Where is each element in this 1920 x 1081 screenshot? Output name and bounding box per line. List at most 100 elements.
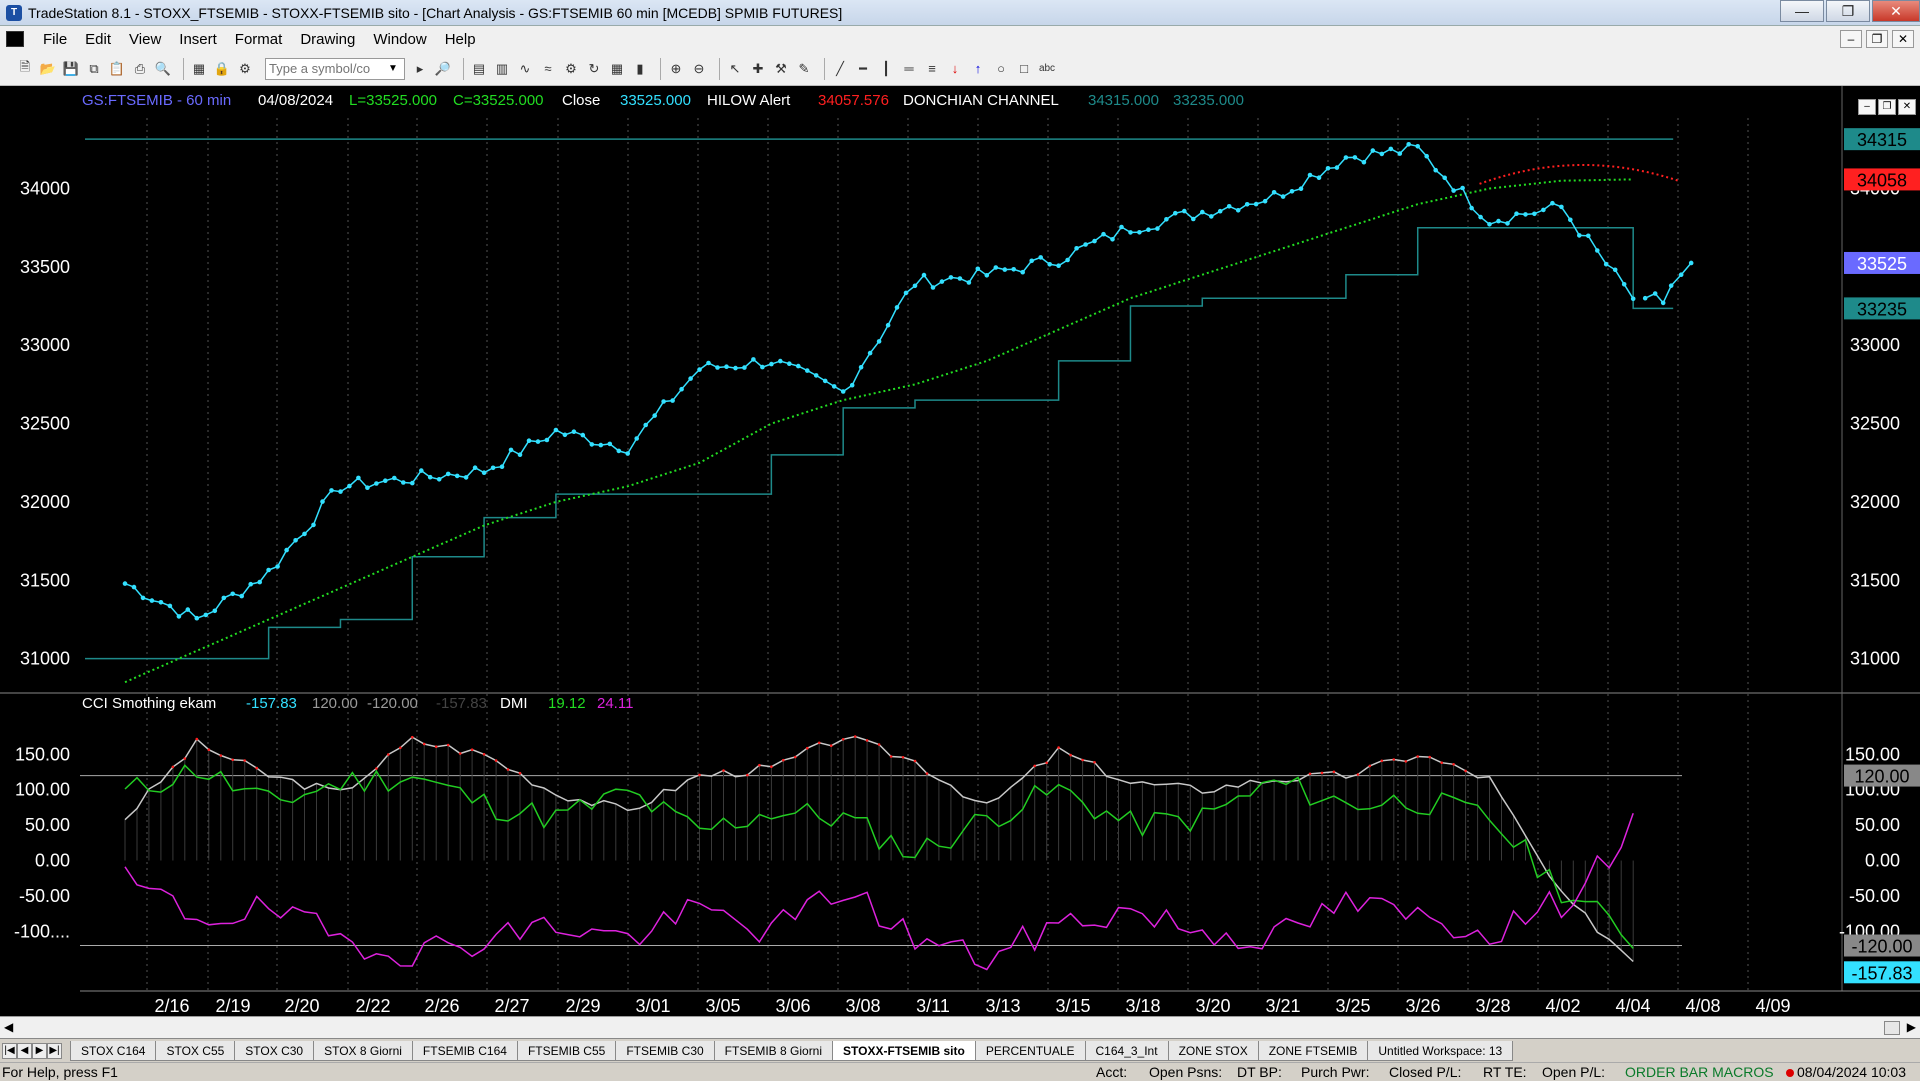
status-order-bar-macros[interactable]: ORDER BAR MACROS (1625, 1063, 1774, 1081)
grid-icon[interactable]: ▦ (608, 60, 626, 78)
drawing-icon[interactable]: ✎ (795, 60, 813, 78)
scroll-right-icon[interactable]: ▶ (1907, 1020, 1916, 1034)
crosshair-icon[interactable]: ✚ (749, 60, 767, 78)
workspace-tab[interactable]: Untitled Workspace: 13 (1367, 1040, 1514, 1061)
arrow-up-icon[interactable]: ↑ (969, 60, 987, 78)
format-icon[interactable]: ⚙ (562, 60, 580, 78)
print-preview-icon[interactable]: 🔍 (154, 60, 172, 78)
menu-help[interactable]: Help (436, 31, 485, 48)
chart-window[interactable]: 3400034000335003350033000330003250032500… (0, 86, 1920, 1016)
tools-icon[interactable]: ⚒ (772, 60, 790, 78)
menu-format[interactable]: Format (226, 31, 292, 48)
workspace-icon[interactable]: ▦ (190, 60, 208, 78)
restore-button[interactable]: ❐ (1826, 0, 1870, 22)
symbol-input[interactable] (266, 59, 384, 78)
close-button[interactable]: ✕ (1872, 0, 1920, 22)
workspace-tab[interactable]: STOXX-FTSEMIB sito (832, 1040, 976, 1061)
arrow-down-icon[interactable]: ↓ (946, 60, 964, 78)
price-point (1442, 175, 1447, 181)
mdi-close-button[interactable]: ✕ (1892, 30, 1914, 48)
cci-overbought-point (1081, 758, 1084, 762)
bars-icon[interactable]: ▮ (631, 60, 649, 78)
menu-insert[interactable]: Insert (170, 31, 226, 48)
menu-edit[interactable]: Edit (76, 31, 120, 48)
tab-last-icon[interactable]: ▶| (47, 1042, 62, 1059)
workspace-tab[interactable]: STOX C164 (70, 1040, 157, 1061)
strategy-icon[interactable]: ⚙ (236, 60, 254, 78)
price-point (840, 389, 846, 394)
price-point (149, 598, 155, 603)
chart-minimize-button[interactable]: – (1858, 99, 1876, 115)
pointer-icon[interactable]: ↖ (726, 60, 744, 78)
price-point (921, 272, 927, 278)
new-icon[interactable]: 🗎 (16, 59, 34, 78)
cci-overbought-point (770, 765, 773, 768)
tab-next-icon[interactable]: ▶ (32, 1042, 47, 1059)
indicator-icon[interactable]: ≈ (539, 60, 557, 78)
bar-chart-icon[interactable]: ▤ (470, 60, 488, 78)
workspace-tab[interactable]: STOX C55 (155, 1040, 236, 1061)
vline-icon[interactable]: ┃ (877, 60, 895, 78)
chart-window-icon[interactable] (6, 31, 24, 47)
copy-icon[interactable]: ⧉ (85, 60, 103, 78)
price-point (930, 285, 936, 290)
rectangle-icon[interactable]: □ (1015, 60, 1033, 78)
price-point (1244, 202, 1250, 207)
menu-window[interactable]: Window (364, 31, 435, 48)
last-price-marker-label: 33525 (1857, 254, 1907, 274)
workspace-tab[interactable]: STOX C30 (234, 1040, 315, 1061)
trendline-icon[interactable]: ╱ (831, 60, 849, 78)
price-point (239, 593, 244, 599)
workspace-tab[interactable]: FTSEMIB 8 Giorni (713, 1040, 834, 1061)
workspace-tab[interactable]: PERCENTUALE (974, 1040, 1086, 1061)
menu-file[interactable]: File (34, 31, 76, 48)
save-icon[interactable]: 💾 (62, 60, 80, 78)
zoom-out-icon[interactable]: ⊖ (690, 60, 708, 78)
zoom-in-icon[interactable]: ⊕ (667, 60, 685, 78)
chevron-down-icon[interactable]: ▼ (384, 63, 402, 74)
price-point (742, 365, 747, 370)
ellipse-icon[interactable]: ○ (992, 60, 1010, 78)
fibonacci-icon[interactable]: ≡ (923, 60, 941, 78)
menu-view[interactable]: View (120, 31, 170, 48)
chart-canvas[interactable]: 3400034000335003350033000330003250032500… (0, 86, 1920, 1016)
symbol-search-icon[interactable]: 🔎 (434, 60, 452, 78)
price-point (454, 473, 460, 479)
chart-restore-button[interactable]: ❐ (1878, 99, 1896, 115)
candle-chart-icon[interactable]: ▥ (493, 60, 511, 78)
price-point (1029, 258, 1034, 264)
mdi-minimize-button[interactable]: – (1840, 30, 1862, 48)
lock-icon[interactable]: 🔒 (213, 60, 231, 78)
play-arrow-icon[interactable]: ▸ (411, 60, 429, 78)
workspace-tab[interactable]: ZONE STOX (1167, 1040, 1259, 1061)
text-icon[interactable]: abc (1038, 60, 1056, 78)
symbol-combo[interactable]: ▼ (265, 57, 405, 80)
osc-tick-right: 150.00 (1845, 744, 1900, 764)
workspace-tab[interactable]: FTSEMIB C164 (411, 1040, 518, 1061)
scroll-left-icon[interactable]: ◀ (4, 1020, 13, 1034)
workspace-tab[interactable]: ZONE FTSEMIB (1257, 1040, 1369, 1061)
mdi-restore-button[interactable]: ❐ (1866, 30, 1888, 48)
minimize-button[interactable]: — (1780, 0, 1824, 22)
horizontal-scrollbar[interactable]: ◀ ▶ (0, 1016, 1920, 1038)
workspace-tab[interactable]: FTSEMIB C30 (615, 1040, 715, 1061)
line-chart-icon[interactable]: ∿ (516, 60, 534, 78)
hline-icon[interactable]: ━ (854, 60, 872, 78)
open-icon[interactable]: 📂 (39, 60, 57, 78)
tab-first-icon[interactable]: |◀ (2, 1042, 17, 1059)
workspace-tab[interactable]: FTSEMIB C55 (516, 1040, 617, 1061)
price-point (338, 489, 343, 494)
tab-prev-icon[interactable]: ◀ (17, 1042, 32, 1059)
price-point (553, 427, 559, 433)
price-point (589, 442, 595, 447)
workspace-tab[interactable]: C164_3_Int (1084, 1040, 1169, 1061)
chart-close-button[interactable]: ✕ (1898, 99, 1916, 115)
workspace-tab[interactable]: STOX 8 Giorni (313, 1040, 413, 1061)
refresh-icon[interactable]: ↻ (585, 60, 603, 78)
scroll-thumb[interactable] (1884, 1021, 1900, 1035)
channel-icon[interactable]: ═ (900, 60, 918, 78)
menu-drawing[interactable]: Drawing (291, 31, 364, 48)
price-point (1660, 300, 1666, 306)
paste-icon[interactable]: 📋 (108, 60, 126, 78)
print-icon[interactable]: ⎙ (131, 60, 149, 78)
